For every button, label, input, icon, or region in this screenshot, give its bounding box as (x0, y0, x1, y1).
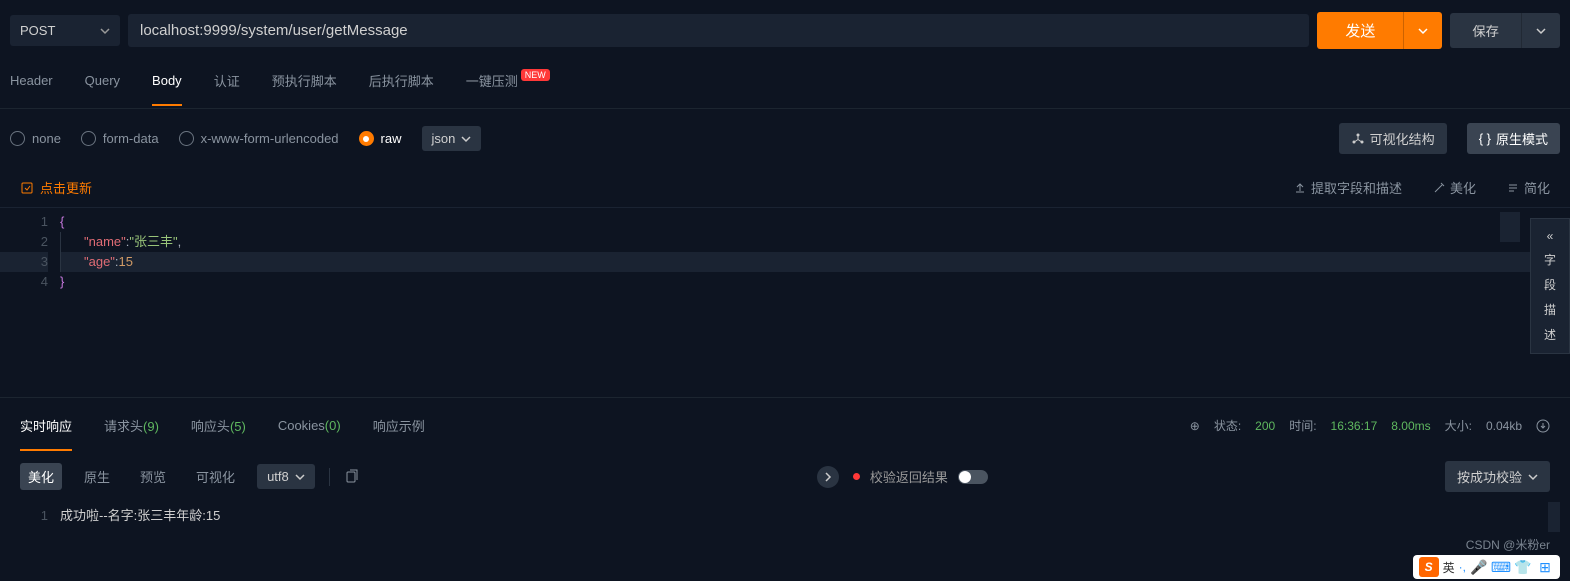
duration: 8.00ms (1391, 419, 1430, 433)
http-method-select[interactable]: POST (10, 15, 120, 46)
resp-line-gutter: 1 (0, 502, 60, 572)
chevron-down-icon (461, 134, 471, 144)
divider (329, 468, 330, 486)
response-body-editor[interactable]: 1 成功啦--名字:张三丰年龄:15 (0, 502, 1570, 572)
upload-icon (1293, 181, 1307, 195)
resp-tab-realtime[interactable]: 实时响应 (20, 410, 72, 441)
extract-fields-link[interactable]: 提取字段和描述 (1293, 178, 1402, 197)
radio-icon (359, 131, 374, 146)
send-button[interactable]: 发送 (1317, 12, 1403, 49)
url-input[interactable] (128, 14, 1309, 47)
send-dropdown[interactable] (1403, 12, 1442, 49)
tab-pre-script[interactable]: 预执行脚本 (272, 63, 337, 98)
body-type-form-data[interactable]: form-data (81, 131, 159, 146)
resp-view-beautify[interactable]: 美化 (20, 463, 62, 490)
request-body-editor[interactable]: 1 2 3 4 { "name":"张三丰", "age":15 } « 字 段… (0, 207, 1570, 397)
braces-icon: { } (1479, 131, 1491, 146)
field-desc-panel-toggle[interactable]: « 字 段 描 述 (1530, 218, 1570, 354)
sogou-icon[interactable]: S (1419, 557, 1439, 577)
radio-icon (10, 131, 25, 146)
download-icon[interactable] (1536, 419, 1550, 433)
globe-icon: ⊕ (1190, 419, 1200, 433)
response-status-bar: ⊕ 状态: 200 时间: 16:36:17 8.00ms 大小: 0.04kb (1190, 417, 1550, 434)
editor-minimap[interactable] (1500, 212, 1520, 242)
resp-tab-cookies[interactable]: Cookies(0) (278, 412, 341, 439)
lines-icon (1506, 181, 1520, 195)
validate-label: 校验返回结果 (870, 467, 948, 486)
wand-icon (1432, 181, 1446, 195)
resp-view-visual[interactable]: 可视化 (188, 463, 243, 490)
copy-icon[interactable] (344, 469, 360, 485)
collapse-icon: « (1547, 229, 1554, 243)
tab-auth[interactable]: 认证 (214, 63, 240, 98)
ime-toolbar[interactable]: S 英 ·, 🎤 ⌨ 👕 ⊞ (1413, 555, 1560, 579)
mic-icon[interactable]: 🎤 (1470, 558, 1488, 576)
native-mode-button[interactable]: { } 原生模式 (1467, 123, 1560, 154)
body-type-none[interactable]: none (10, 131, 61, 146)
status-dot-icon (853, 473, 860, 480)
tab-post-script[interactable]: 后执行脚本 (369, 63, 434, 98)
visual-struct-button[interactable]: 可视化结构 (1339, 123, 1447, 154)
new-badge: NEW (521, 69, 550, 81)
chevron-down-icon (1418, 26, 1428, 36)
encoding-select[interactable]: utf8 (257, 464, 315, 489)
tab-header[interactable]: Header (10, 65, 53, 96)
radio-icon (179, 131, 194, 146)
chevron-right-icon (823, 472, 833, 482)
resp-view-preview[interactable]: 预览 (132, 463, 174, 490)
grid-icon[interactable]: ⊞ (1536, 558, 1554, 576)
radio-icon (81, 131, 96, 146)
method-value: POST (20, 23, 55, 38)
status-code: 200 (1255, 419, 1275, 433)
save-button[interactable]: 保存 (1450, 13, 1521, 48)
body-type-raw[interactable]: raw (359, 131, 402, 146)
chevron-down-icon (1536, 26, 1546, 36)
body-type-urlencoded[interactable]: x-www-form-urlencoded (179, 131, 339, 146)
refresh-icon (20, 181, 34, 195)
skin-icon[interactable]: 👕 (1514, 558, 1532, 576)
raw-format-select[interactable]: json (422, 126, 482, 151)
ime-punct[interactable]: ·, (1459, 560, 1466, 574)
resp-tab-example[interactable]: 响应示例 (373, 410, 425, 441)
size-val: 0.04kb (1486, 419, 1522, 433)
beautify-link[interactable]: 美化 (1432, 178, 1476, 197)
refresh-link[interactable]: 点击更新 (20, 178, 92, 197)
tab-body[interactable]: Body (152, 65, 182, 96)
structure-icon (1351, 132, 1365, 146)
validate-success-button[interactable]: 按成功校验 (1445, 461, 1550, 492)
save-dropdown[interactable] (1521, 13, 1560, 48)
chevron-down-icon (100, 26, 110, 36)
resp-view-raw[interactable]: 原生 (76, 463, 118, 490)
collapse-toggle[interactable] (817, 466, 839, 488)
resp-minimap[interactable] (1548, 502, 1560, 532)
code-content[interactable]: { "name":"张三丰", "age":15 } (60, 208, 1570, 397)
keyboard-icon[interactable]: ⌨ (1492, 558, 1510, 576)
tab-query[interactable]: Query (85, 65, 120, 96)
chevron-down-icon (295, 472, 305, 482)
ime-lang[interactable]: 英 (1443, 559, 1455, 576)
resp-content[interactable]: 成功啦--名字:张三丰年龄:15 (60, 502, 1570, 572)
tab-stress-test[interactable]: 一键压测NEW (466, 63, 547, 98)
time-clock: 16:36:17 (1331, 419, 1378, 433)
watermark: CSDN @米粉er (1466, 536, 1550, 553)
resp-tab-resp-headers[interactable]: 响应头(5) (191, 410, 246, 441)
validate-toggle[interactable] (958, 470, 988, 484)
simplify-link[interactable]: 简化 (1506, 178, 1550, 197)
chevron-down-icon (1528, 472, 1538, 482)
resp-tab-req-headers[interactable]: 请求头(9) (104, 410, 159, 441)
line-gutter: 1 2 3 4 (0, 208, 60, 397)
